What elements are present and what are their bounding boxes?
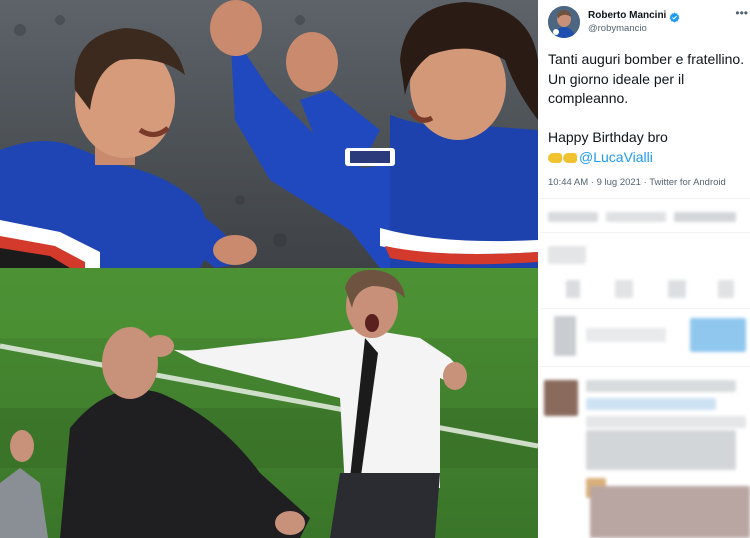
more-horizontal-icon[interactable]: ••• [735, 6, 748, 20]
mention-link[interactable]: @LucaVialli [579, 149, 653, 165]
tweet-text-line1: Tanti auguri bomber e fratellino. Un gio… [548, 51, 745, 106]
tweet-text: Tanti auguri bomber e fratellino. Un gio… [548, 50, 748, 167]
name-row: Roberto Mancini [588, 10, 680, 23]
tweet-card: Roberto Mancini @robymancio ••• Tanti au… [540, 0, 750, 538]
photo-top-illustration [0, 0, 538, 268]
divider [540, 198, 750, 199]
tweet-text-line2: Happy Birthday bro [548, 128, 748, 148]
tweet-meta: 10:44 AM · 9 lug 2021 · Twitter for Andr… [548, 177, 726, 188]
verified-badge-icon [669, 10, 680, 23]
handle[interactable]: @robymancio [588, 23, 647, 34]
divider [540, 308, 750, 309]
meta-separator: · [643, 177, 647, 188]
tweet-text-birthday: Happy Birthday bro [548, 129, 668, 145]
clapping-hands-emoji [548, 152, 577, 163]
photo-bottom-celebration [0, 268, 538, 538]
photo-bottom-illustration [0, 268, 538, 538]
tweet-time[interactable]: 10:44 AM [548, 177, 588, 188]
tweet-text-line3: @LucaVialli [548, 148, 748, 168]
avatar-image [548, 6, 580, 38]
avatar[interactable] [548, 6, 580, 38]
divider [540, 232, 750, 233]
meta-separator: · [590, 177, 594, 188]
display-name[interactable]: Roberto Mancini [588, 10, 666, 21]
photo-top-celebration [0, 0, 538, 268]
divider [540, 366, 750, 367]
tweet-date[interactable]: 9 lug 2021 [597, 177, 641, 188]
tweet-header: Roberto Mancini @robymancio ••• [546, 4, 750, 38]
tweet-source[interactable]: Twitter for Android [649, 177, 726, 188]
